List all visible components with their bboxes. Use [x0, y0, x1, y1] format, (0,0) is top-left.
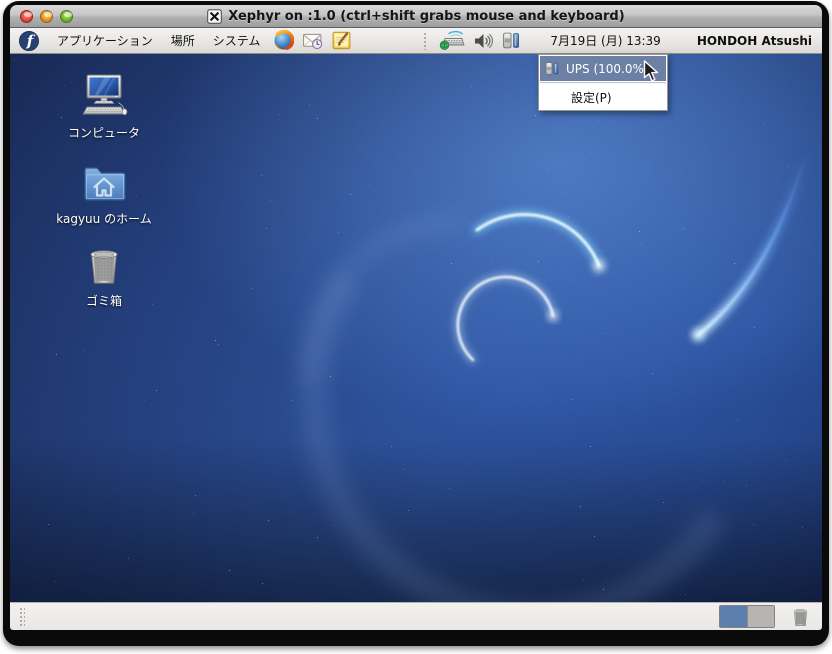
workspace-switcher [719, 605, 775, 628]
window-title: Xephyr on :1.0 (ctrl+shift grabs mouse a… [228, 9, 624, 24]
desktop-icon-trash[interactable]: ゴミ箱 [48, 242, 160, 309]
volume-control[interactable] [473, 31, 493, 51]
menu-applications[interactable]: アプリケーション [48, 28, 162, 53]
window-frame: Xephyr on :1.0 (ctrl+shift grabs mouse a… [3, 1, 829, 646]
power-applet[interactable] [501, 31, 520, 50]
close-button[interactable] [20, 10, 33, 23]
panel-drag-handle[interactable] [19, 607, 25, 626]
desktop-icon-home[interactable]: kagyuu のホーム [48, 158, 160, 227]
zoom-button[interactable] [60, 10, 73, 23]
evolution-mail-icon [302, 30, 323, 51]
menu-places[interactable]: 場所 [162, 28, 204, 53]
power-menu-item-label: UPS (100.0%) [566, 62, 649, 76]
clock[interactable]: 7月19日 (月) 13:39 [550, 32, 660, 49]
desktop-icon-label: kagyuu のホーム [48, 210, 160, 227]
launcher-firefox[interactable] [273, 30, 294, 51]
power-menu-item-settings[interactable]: 設定(P) [540, 85, 666, 109]
menu-separator [540, 82, 666, 84]
launcher-gedit[interactable] [331, 30, 352, 51]
ups-battery-icon [501, 31, 520, 50]
ups-battery-icon [544, 61, 559, 76]
menu-places-label: 場所 [171, 32, 195, 49]
tray-area: 7月19日 (月) 13:39 HONDOH Atsushi [423, 30, 812, 51]
trash-icon [81, 242, 127, 288]
top-panel: f アプリケーション 場所 システム [10, 28, 822, 54]
mac-window: Xephyr on :1.0 (ctrl+shift grabs mouse a… [10, 5, 822, 630]
keyboard-layout-icon [439, 30, 465, 51]
titlebar[interactable]: Xephyr on :1.0 (ctrl+shift grabs mouse a… [10, 5, 822, 28]
desktop[interactable]: コンピュータ kagyuu のホーム [10, 54, 822, 602]
workspace-2[interactable] [747, 606, 774, 627]
home-folder-icon [80, 158, 128, 206]
user-switcher[interactable]: HONDOH Atsushi [697, 34, 812, 48]
volume-icon [473, 31, 493, 51]
menu-system-label: システム [213, 32, 261, 49]
desktop-icon-label: コンピュータ [48, 124, 160, 141]
gnome-screen: f アプリケーション 場所 システム [10, 28, 822, 630]
gedit-icon [331, 30, 352, 51]
desktop-icon-label: ゴミ箱 [48, 292, 160, 309]
computer-icon [80, 72, 128, 120]
bottom-panel [10, 602, 822, 630]
traffic-lights [20, 10, 73, 23]
desktop-icon-computer[interactable]: コンピュータ [48, 72, 160, 141]
fedora-menu-button[interactable]: f [17, 28, 48, 53]
keyboard-layout-indicator[interactable] [439, 30, 465, 51]
xorg-x-icon [207, 9, 222, 24]
trash-applet-icon [789, 605, 812, 628]
firefox-icon [273, 30, 294, 51]
launcher-evolution[interactable] [302, 30, 323, 51]
trash-applet[interactable] [789, 605, 812, 628]
tray-drag-handle[interactable] [423, 32, 428, 50]
title-wrap: Xephyr on :1.0 (ctrl+shift grabs mouse a… [207, 9, 624, 24]
workspace-1[interactable] [720, 606, 747, 627]
minimize-button[interactable] [40, 10, 53, 23]
menu-system[interactable]: システム [204, 28, 270, 53]
fedora-logo-icon: f [19, 31, 39, 51]
power-menu-item-label: 設定(P) [571, 89, 612, 106]
menu-applications-label: アプリケーション [57, 32, 153, 49]
power-menu-item-ups[interactable]: UPS (100.0%) [540, 56, 666, 81]
power-menu: UPS (100.0%) 設定(P) [538, 54, 668, 111]
